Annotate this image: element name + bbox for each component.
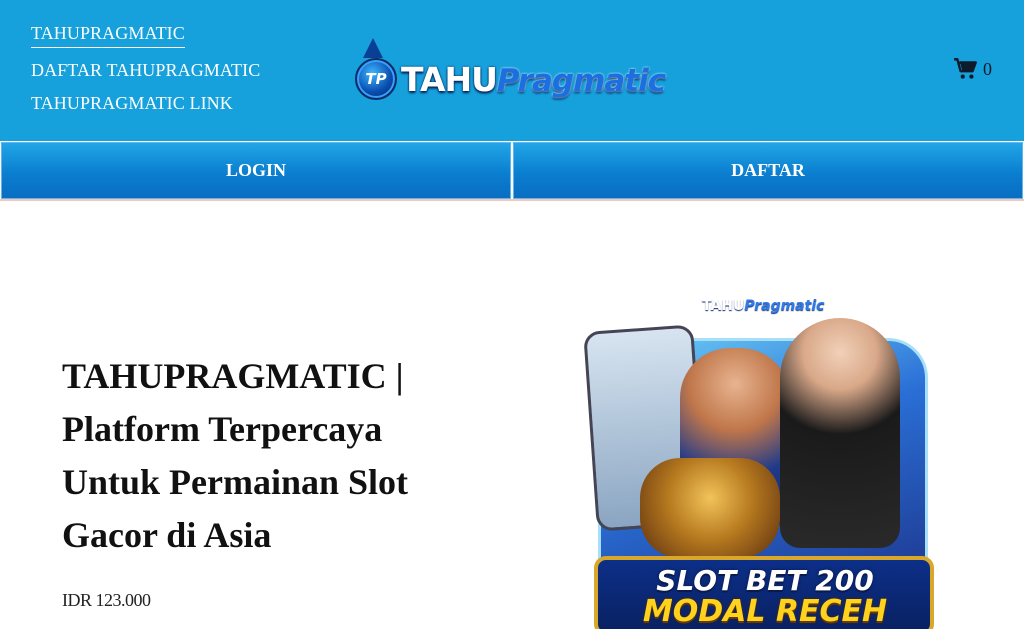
auth-bar: LOGIN DAFTAR	[0, 141, 1024, 201]
cart-button[interactable]: 0	[953, 56, 992, 82]
login-button[interactable]: LOGIN	[1, 142, 511, 199]
site-header: TAHUPRAGMATIC DAFTAR TAHUPRAGMATIC TAHUP…	[0, 0, 1024, 141]
logo-text-main: TAHU	[401, 60, 498, 99]
product-price: IDR 123.000	[62, 590, 151, 610]
banner-logo-main: TAHU	[702, 298, 745, 314]
banner-logo: TAHUPragmatic	[702, 298, 824, 314]
nav-link-tahupragmatic[interactable]: TAHUPRAGMATIC	[31, 22, 185, 48]
nav-link-daftar-tahupragmatic[interactable]: DAFTAR TAHUPRAGMATIC	[31, 59, 260, 81]
banner-logo-accent: Pragmatic	[744, 298, 825, 314]
character-right-graphic	[780, 318, 900, 548]
register-button[interactable]: DAFTAR	[513, 142, 1023, 199]
cart-icon	[954, 58, 977, 79]
crown-icon	[363, 38, 383, 58]
product-title: TAHUPRAGMATIC | Platform Terpercaya Untu…	[62, 356, 409, 555]
header-nav: TAHUPRAGMATIC DAFTAR TAHUPRAGMATIC TAHUP…	[31, 22, 260, 125]
logo-badge: TP	[355, 58, 397, 100]
promo-banner-image: TAHUPragmatic SLOT BET 200 MODAL RECEH	[580, 288, 950, 629]
banner-subheadline: MODAL RECEH	[642, 594, 888, 629]
logo-text-accent: Pragmatic	[496, 63, 666, 99]
character-gold-graphic	[640, 458, 780, 558]
site-logo[interactable]: TP TAHUPragmatic	[351, 38, 681, 106]
nav-link-tahupragmatic-link[interactable]: TAHUPRAGMATIC LINK	[31, 92, 260, 114]
cart-count: 0	[983, 58, 992, 79]
logo-wordmark: TAHUPragmatic	[401, 60, 666, 99]
banner-headline: SLOT BET 200	[656, 564, 874, 597]
